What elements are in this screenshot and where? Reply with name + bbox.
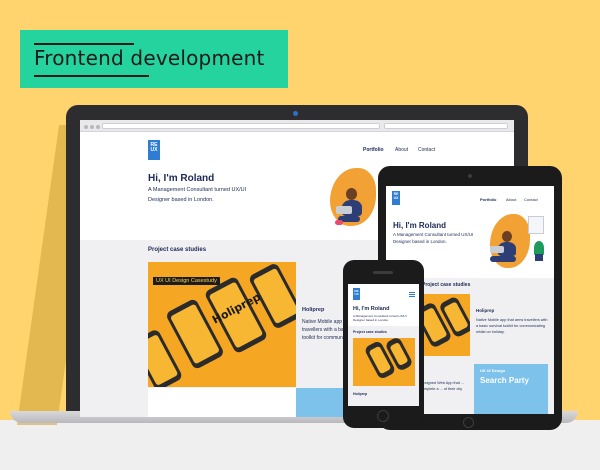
illustration-frame [528,216,544,234]
banner-top-rule [34,43,134,45]
phone-home-button[interactable] [377,410,389,422]
nav-portfolio[interactable]: Portfolio [363,147,384,153]
section-title: Project case studies [422,282,471,288]
site-logo[interactable]: RE UX [148,140,160,160]
nav-contact[interactable]: Contact [524,197,538,202]
illustration-laptop [336,206,352,214]
banner-bottom-rule [34,75,149,77]
hero-title: Hi, I'm Roland [393,221,447,230]
phone-screen: RE UX Hi, I'm Roland A Management Consul… [348,284,419,406]
project-card-image[interactable]: UX UI Design Casestudy Holiprep [148,262,296,387]
project-title[interactable]: Holiprep [302,307,324,313]
browser-forward-icon[interactable] [90,125,94,129]
project-title[interactable]: Holiprep [476,308,494,313]
nav-about[interactable]: About [506,197,516,202]
laptop-camera [293,111,298,116]
browser-toolbar [80,120,514,132]
illustration-pot [535,254,543,261]
illustration-shoe [335,220,343,225]
phone-speaker [373,271,393,274]
banner-title: Frontend development [34,46,265,70]
case-study-tag: UX UI Design [480,368,506,373]
hero-title: Hi, I'm Roland [148,173,215,184]
browser-address-bar[interactable] [102,123,380,129]
section-title: Project case studies [353,330,387,334]
menu-icon[interactable] [409,292,415,297]
browser-search-bar[interactable] [384,123,508,129]
tablet-camera [468,174,472,178]
project-card-title: Search Party [480,376,529,385]
browser-reload-icon[interactable] [96,125,100,129]
project-description: Designed Web App that ... complete a ...… [420,381,465,391]
site-logo[interactable]: RE UX [392,191,400,205]
nav-contact[interactable]: Contact [418,147,435,153]
topic-banner: Frontend development [20,30,288,88]
illustration-legs [490,256,516,262]
nav-portfolio[interactable]: Portfolio [480,197,496,202]
hero-title: Hi, I'm Roland [353,306,390,312]
illustration-laptop [490,246,504,253]
case-study-tag: UX UI Design Casestudy [153,277,220,285]
hero-subtitle: A Management Consultant turned UX/UI Des… [148,187,247,203]
section-title: Project case studies [148,247,207,253]
nav-about[interactable]: About [395,147,408,153]
illustration-person-head [502,231,512,242]
hero-subtitle: A Management Consultant turned UX/UI Des… [393,232,474,244]
site-logo[interactable]: RE UX [353,288,360,300]
project-description: Native Mobile app that arms travellers w… [476,318,548,334]
project-card-image[interactable] [353,338,415,386]
illustration-plant [534,241,544,255]
project-title[interactable]: Holiprep [353,392,367,396]
illustration-person-head [346,188,357,200]
project-card-footer [148,388,296,417]
browser-back-icon[interactable] [84,125,88,129]
project-card-blue[interactable]: UX UI Design Search Party [474,364,548,414]
tablet-home-button[interactable] [463,417,474,428]
hero-subtitle: A Management Consultant turned UX/UI Des… [353,314,407,322]
